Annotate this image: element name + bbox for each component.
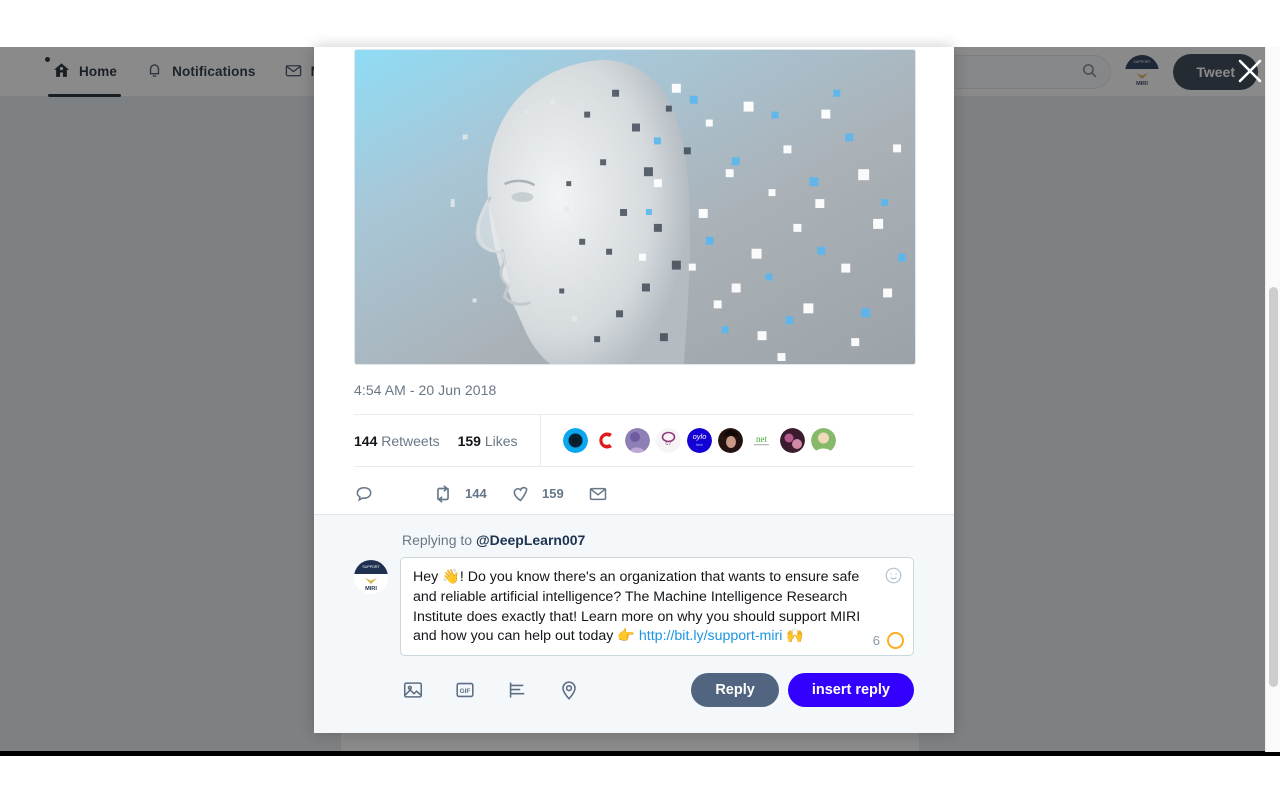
liker-avatar-6[interactable] xyxy=(717,428,743,453)
liker-avatar-2[interactable] xyxy=(593,428,619,453)
composer-tools: GIF xyxy=(402,679,580,701)
tweet-stats-row: 144 Retweets 159 Likes c7 oylo tech net xyxy=(354,414,914,467)
replying-handle[interactable]: @DeepLearn007 xyxy=(476,532,585,548)
location-icon[interactable] xyxy=(558,679,580,701)
composer-actions: GIF Reply insert reply xyxy=(402,673,914,708)
composer-row: SUPPORT MIRI Hey 👋! Do you know there's … xyxy=(354,557,914,657)
gif-icon[interactable]: GIF xyxy=(454,679,476,701)
svg-text:GIF: GIF xyxy=(460,688,471,695)
svg-text:SUPPORT: SUPPORT xyxy=(362,565,380,569)
character-count-ring xyxy=(887,632,904,650)
reply-link[interactable]: http://bit.ly/support-miri xyxy=(639,628,783,644)
svg-text:oylo: oylo xyxy=(692,432,706,441)
tweet-timestamp: 4:54 AM - 20 Jun 2018 xyxy=(354,382,497,398)
screen: Home Notifications M r xyxy=(0,0,1280,800)
liker-avatar-5[interactable]: oylo tech xyxy=(686,428,712,453)
liker-avatar-8[interactable] xyxy=(779,428,805,453)
image-icon[interactable] xyxy=(402,679,424,701)
liker-avatars: c7 oylo tech net xyxy=(541,428,836,453)
liker-avatar-9[interactable] xyxy=(810,428,836,453)
svg-text:tech: tech xyxy=(696,443,703,447)
svg-text:MIRI: MIRI xyxy=(365,586,377,592)
character-counter: 6 xyxy=(872,632,904,650)
tweet-actions-row: 144 159 xyxy=(354,467,914,520)
liker-avatar-4[interactable]: c7 xyxy=(655,428,681,453)
reply-textarea[interactable]: Hey 👋! Do you know there's an organizati… xyxy=(400,557,914,657)
likes-count: 159 xyxy=(457,432,481,449)
reply-text-part2: 🙌 xyxy=(782,628,805,645)
avatar: SUPPORT MIRI xyxy=(354,560,388,594)
retweet-count: 144 xyxy=(465,486,487,501)
retweet-action[interactable]: 144 xyxy=(432,483,510,505)
tweet-detail-modal: 4:54 AM - 20 Jun 2018 144 Retweets 159 L… xyxy=(314,47,954,733)
liker-avatar-7[interactable]: net xyxy=(748,428,774,453)
poll-icon[interactable] xyxy=(506,679,528,701)
direct-message-action[interactable] xyxy=(588,484,619,504)
like-action[interactable]: 159 xyxy=(510,483,588,504)
like-count: 159 xyxy=(542,486,564,501)
reply-composer: Replying to @DeepLearn007 SUPPORT MIRI H… xyxy=(314,514,954,733)
modal-content: 4:54 AM - 20 Jun 2018 144 Retweets 159 L… xyxy=(314,49,954,520)
insert-reply-button[interactable]: insert reply xyxy=(787,673,914,708)
retweets-count: 144 xyxy=(354,432,378,449)
retweets-stat[interactable]: 144 Retweets xyxy=(354,433,440,449)
likes-label: Likes xyxy=(484,432,518,449)
window-bottom-edge xyxy=(0,751,1280,756)
likes-stat[interactable]: 159 Likes xyxy=(458,433,518,449)
emoji-picker-icon[interactable] xyxy=(884,566,903,585)
character-count-number: 6 xyxy=(872,633,880,649)
close-icon[interactable] xyxy=(1232,53,1268,89)
replying-prefix: Replying to xyxy=(402,532,476,548)
scrollbar-thumb[interactable] xyxy=(1269,287,1278,687)
reply-text: Hey 👋! Do you know there's an organizati… xyxy=(413,568,873,647)
composer-buttons: Reply insert reply xyxy=(691,673,914,708)
replying-to: Replying to @DeepLearn007 xyxy=(402,532,914,548)
reply-button[interactable]: Reply xyxy=(691,673,779,708)
retweets-label: Retweets xyxy=(381,432,440,449)
liker-avatar-3[interactable] xyxy=(624,428,650,453)
tweet-photo[interactable] xyxy=(354,49,916,365)
stat-counts: 144 Retweets 159 Likes xyxy=(354,415,541,466)
svg-text:net: net xyxy=(756,434,767,444)
page-scrollbar[interactable] xyxy=(1265,47,1280,752)
svg-text:c7: c7 xyxy=(665,441,672,447)
liker-avatar-1[interactable] xyxy=(562,428,588,453)
reply-action[interactable] xyxy=(354,484,432,504)
